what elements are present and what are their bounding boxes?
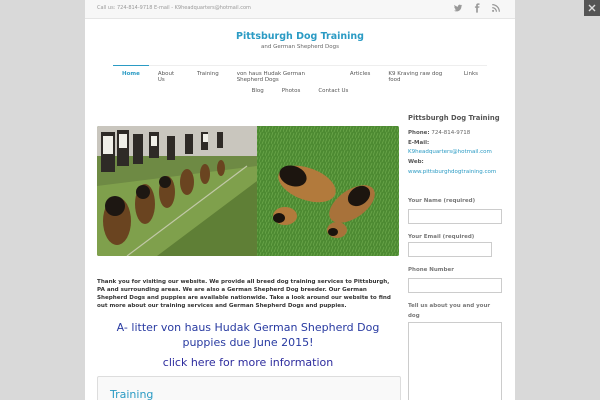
sidebar-web-label: Web: <box>408 158 508 168</box>
phone-input[interactable] <box>408 278 502 293</box>
site-title[interactable]: Pittsburgh Dog Training <box>85 31 515 42</box>
nav-row-1: Home About Us Training von haus Hudak Ge… <box>113 65 487 83</box>
rss-icon[interactable] <box>491 3 501 13</box>
nav-row-2: Blog Photos Contact Us <box>113 88 487 94</box>
nav-item-articles[interactable]: Articles <box>341 71 380 83</box>
email-link[interactable]: K9headquarters@hotmail.com <box>408 148 508 158</box>
web-link[interactable]: www.pittsburghdogtraining.com <box>408 168 508 178</box>
more-info-link[interactable]: click here for more information <box>95 356 401 369</box>
phone-value: 724-814-9718 <box>431 130 471 136</box>
sidebar-phone-line: Phone: 724-814-9718 <box>408 129 508 139</box>
email-label: E-Mail: <box>408 139 430 146</box>
top-bar: Call us: 724-814-9718 E-mail - K9headqua… <box>85 0 515 19</box>
message-label: Tell us about you and your dog <box>408 303 491 319</box>
nav-item-photos[interactable]: Photos <box>273 88 310 94</box>
page: Call us: 724-814-9718 E-mail - K9headqua… <box>85 0 515 400</box>
sidebar-contact: Pittsburgh Dog Training Phone: 724-814-9… <box>408 114 508 178</box>
sidebar-email-label: E-Mail: <box>408 139 508 149</box>
email-input[interactable] <box>408 242 492 257</box>
training-box: Training <box>97 376 401 400</box>
web-label: Web: <box>408 159 424 166</box>
nav-item-blog[interactable]: Blog <box>243 88 273 94</box>
email-field-label: Your Email (required) <box>408 234 475 240</box>
nav-item-training[interactable]: Training <box>188 71 228 83</box>
close-icon <box>588 4 596 12</box>
litter-announcement: A- litter von haus Hudak German Shepherd… <box>116 321 380 349</box>
main-nav: Home About Us Training von haus Hudak Ge… <box>113 65 487 104</box>
nav-item-k9-kraving[interactable]: K9 Kraving raw dog food <box>379 71 455 83</box>
intro-text: Thank you for visiting our website. We p… <box>97 278 391 310</box>
nav-item-von-haus-hudak[interactable]: von haus Hudak German Shepherd Dogs <box>228 71 341 83</box>
twitter-icon[interactable] <box>453 3 463 13</box>
nav-item-about-us[interactable]: About Us <box>149 71 188 83</box>
nav-item-contact-us[interactable]: Contact Us <box>309 88 357 94</box>
nav-item-links[interactable]: Links <box>455 71 487 83</box>
site-subtitle: and German Shepherd Dogs <box>261 44 339 50</box>
social-icons <box>453 3 501 13</box>
corner-close-button[interactable] <box>584 0 600 16</box>
training-box-title[interactable]: Training <box>110 388 153 400</box>
name-label: Your Name (required) <box>408 198 476 204</box>
top-contact-text: Call us: 724-814-9718 E-mail - K9headqua… <box>97 5 251 11</box>
phone-field-label: Phone Number <box>408 267 454 273</box>
facebook-icon[interactable] <box>472 3 482 13</box>
message-textarea[interactable] <box>408 322 502 400</box>
hero-image <box>97 126 399 256</box>
nav-item-home[interactable]: Home <box>113 65 149 83</box>
name-input[interactable] <box>408 209 502 224</box>
phone-label: Phone: <box>408 130 430 136</box>
sidebar-title: Pittsburgh Dog Training <box>408 114 500 122</box>
